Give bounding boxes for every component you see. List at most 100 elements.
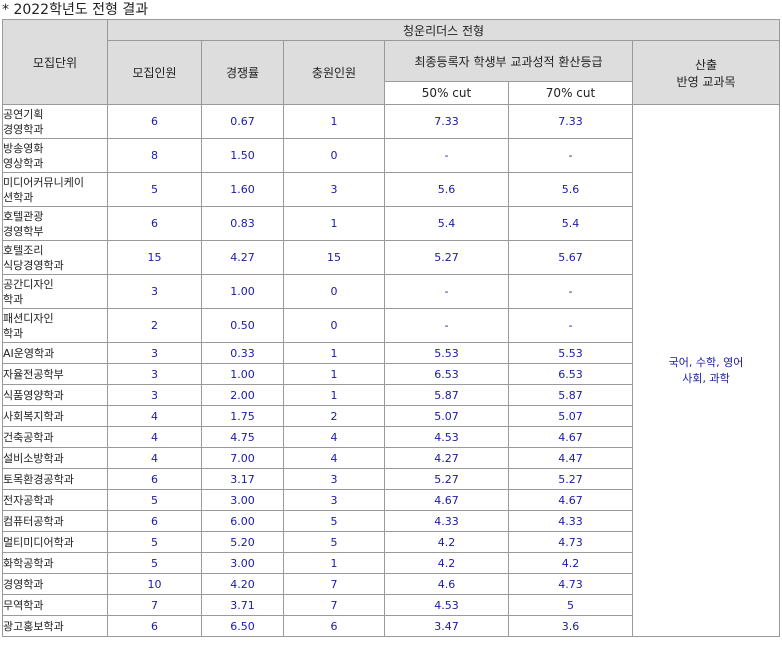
competition-cell: 0.33 [201,342,284,364]
unit-cell: 공연기획 경영학과 [2,104,108,139]
cut50-cell: 7.33 [384,104,509,139]
cut70-cell: - [508,274,633,309]
cut70-cell: 5.27 [508,468,633,490]
cut50-cell: 4.2 [384,552,509,574]
cut70-cell: 4.47 [508,447,633,469]
unit-cell: 공간디자인 학과 [2,274,108,309]
unit-name-line2: 학과 [3,326,24,340]
unit-cell: AI운영학과 [2,342,108,364]
recruit-cell: 10 [107,573,202,595]
waitlist-cell: 5 [283,510,385,532]
waitlist-cell: 1 [283,104,385,139]
competition-cell: 6.00 [201,510,284,532]
waitlist-cell: 5 [283,531,385,553]
header-subjects-line2: 반영 교과목 [676,74,736,89]
recruit-cell: 15 [107,240,202,275]
waitlist-cell: 0 [283,308,385,343]
unit-name-line1: 자율전공학부 [3,367,64,381]
cut70-cell: 5.53 [508,342,633,364]
cut70-cell: 4.73 [508,531,633,553]
cut50-cell: - [384,308,509,343]
cut70-cell: 5.6 [508,172,633,207]
cut70-cell: 5.07 [508,405,633,427]
recruit-cell: 8 [107,138,202,173]
unit-name-line1: 공연기획 [3,107,44,121]
unit-cell: 식품영양학과 [2,384,108,406]
waitlist-cell: 3 [283,489,385,511]
recruit-cell: 6 [107,510,202,532]
header-cut70: 70% cut [508,81,633,105]
unit-cell: 호텔관광 경영학부 [2,206,108,241]
waitlist-cell: 7 [283,573,385,595]
unit-name-line1: 호텔조리 [3,243,44,257]
unit-name-line1: 화학공학과 [3,556,54,570]
recruit-cell: 5 [107,489,202,511]
recruit-cell: 2 [107,308,202,343]
unit-cell: 패션디자인 학과 [2,308,108,343]
cut70-cell: 5 [508,594,633,616]
competition-cell: 1.00 [201,274,284,309]
unit-name-line1: AI운영학과 [3,346,55,360]
unit-cell: 경영학과 [2,573,108,595]
unit-name-line1: 식품영양학과 [3,388,64,402]
header-competition: 경쟁률 [201,40,284,105]
cut50-cell: 5.4 [384,206,509,241]
competition-cell: 1.50 [201,138,284,173]
unit-cell: 광고홍보학과 [2,615,108,637]
admission-results-table: 모집단위 청운리더스 전형 모집인원 경쟁률 충원인원 최종등록자 학생부 교과… [2,19,781,637]
unit-name-line2: 경영학부 [3,224,44,238]
recruit-cell: 3 [107,384,202,406]
recruit-cell: 4 [107,426,202,448]
competition-cell: 0.67 [201,104,284,139]
header-unit: 모집단위 [2,19,108,105]
table-body: 공연기획 경영학과 6 0.67 1 7.33 7.33 국어, 수학, 영어 사회, 과학 방송… [2,104,781,637]
cut50-cell: 4.53 [384,594,509,616]
header-admission-type: 청운리더스 전형 [106,19,781,41]
competition-cell: 5.20 [201,531,284,553]
cut70-cell: 3.6 [508,615,633,637]
cut50-cell: 4.27 [384,447,509,469]
cut70-cell: 4.2 [508,552,633,574]
unit-cell: 미디어커뮤니케이 션학과 [2,172,108,207]
unit-name-line1: 경영학과 [3,577,44,591]
competition-cell: 3.17 [201,468,284,490]
cut50-cell: 5.87 [384,384,509,406]
unit-cell: 설비소방학과 [2,447,108,469]
recruit-cell: 7 [107,594,202,616]
subjects-line1: 국어, 수학, 영어 [668,355,744,369]
unit-name-line1: 전자공학과 [3,493,54,507]
cut70-cell: 4.67 [508,426,633,448]
recruit-cell: 5 [107,531,202,553]
unit-name-line1: 광고홍보학과 [3,619,64,633]
cut50-cell: 4.53 [384,426,509,448]
cut50-cell: 5.53 [384,342,509,364]
unit-cell: 멀티미디어학과 [2,531,108,553]
unit-name-line2: 션학과 [3,190,34,204]
competition-cell: 0.83 [201,206,284,241]
cut50-cell: 4.33 [384,510,509,532]
header-grade-group: 최종등록자 학생부 교과성적 환산등급 [384,40,633,82]
recruit-cell: 3 [107,363,202,385]
unit-name-line1: 멀티미디어학과 [3,535,74,549]
recruit-cell: 5 [107,172,202,207]
unit-cell: 사회복지학과 [2,405,108,427]
subjects-line2: 사회, 과학 [682,371,730,385]
competition-cell: 1.00 [201,363,284,385]
page-caption: * 2022학년도 전형 결과 [2,2,149,18]
competition-cell: 0.50 [201,308,284,343]
cut50-cell: 6.53 [384,363,509,385]
unit-name-line2: 영상학과 [3,156,44,170]
competition-cell: 6.50 [201,615,284,637]
cut50-cell: 5.27 [384,240,509,275]
waitlist-cell: 4 [283,426,385,448]
unit-name-line2: 경영학과 [3,122,44,136]
unit-cell: 방송영화 영상학과 [2,138,108,173]
competition-cell: 3.71 [201,594,284,616]
cut50-cell: - [384,274,509,309]
competition-cell: 2.00 [201,384,284,406]
recruit-cell: 5 [107,552,202,574]
unit-name-line1: 무역학과 [3,598,44,612]
cut70-cell: 5.87 [508,384,633,406]
unit-cell: 화학공학과 [2,552,108,574]
waitlist-cell: 3 [283,172,385,207]
